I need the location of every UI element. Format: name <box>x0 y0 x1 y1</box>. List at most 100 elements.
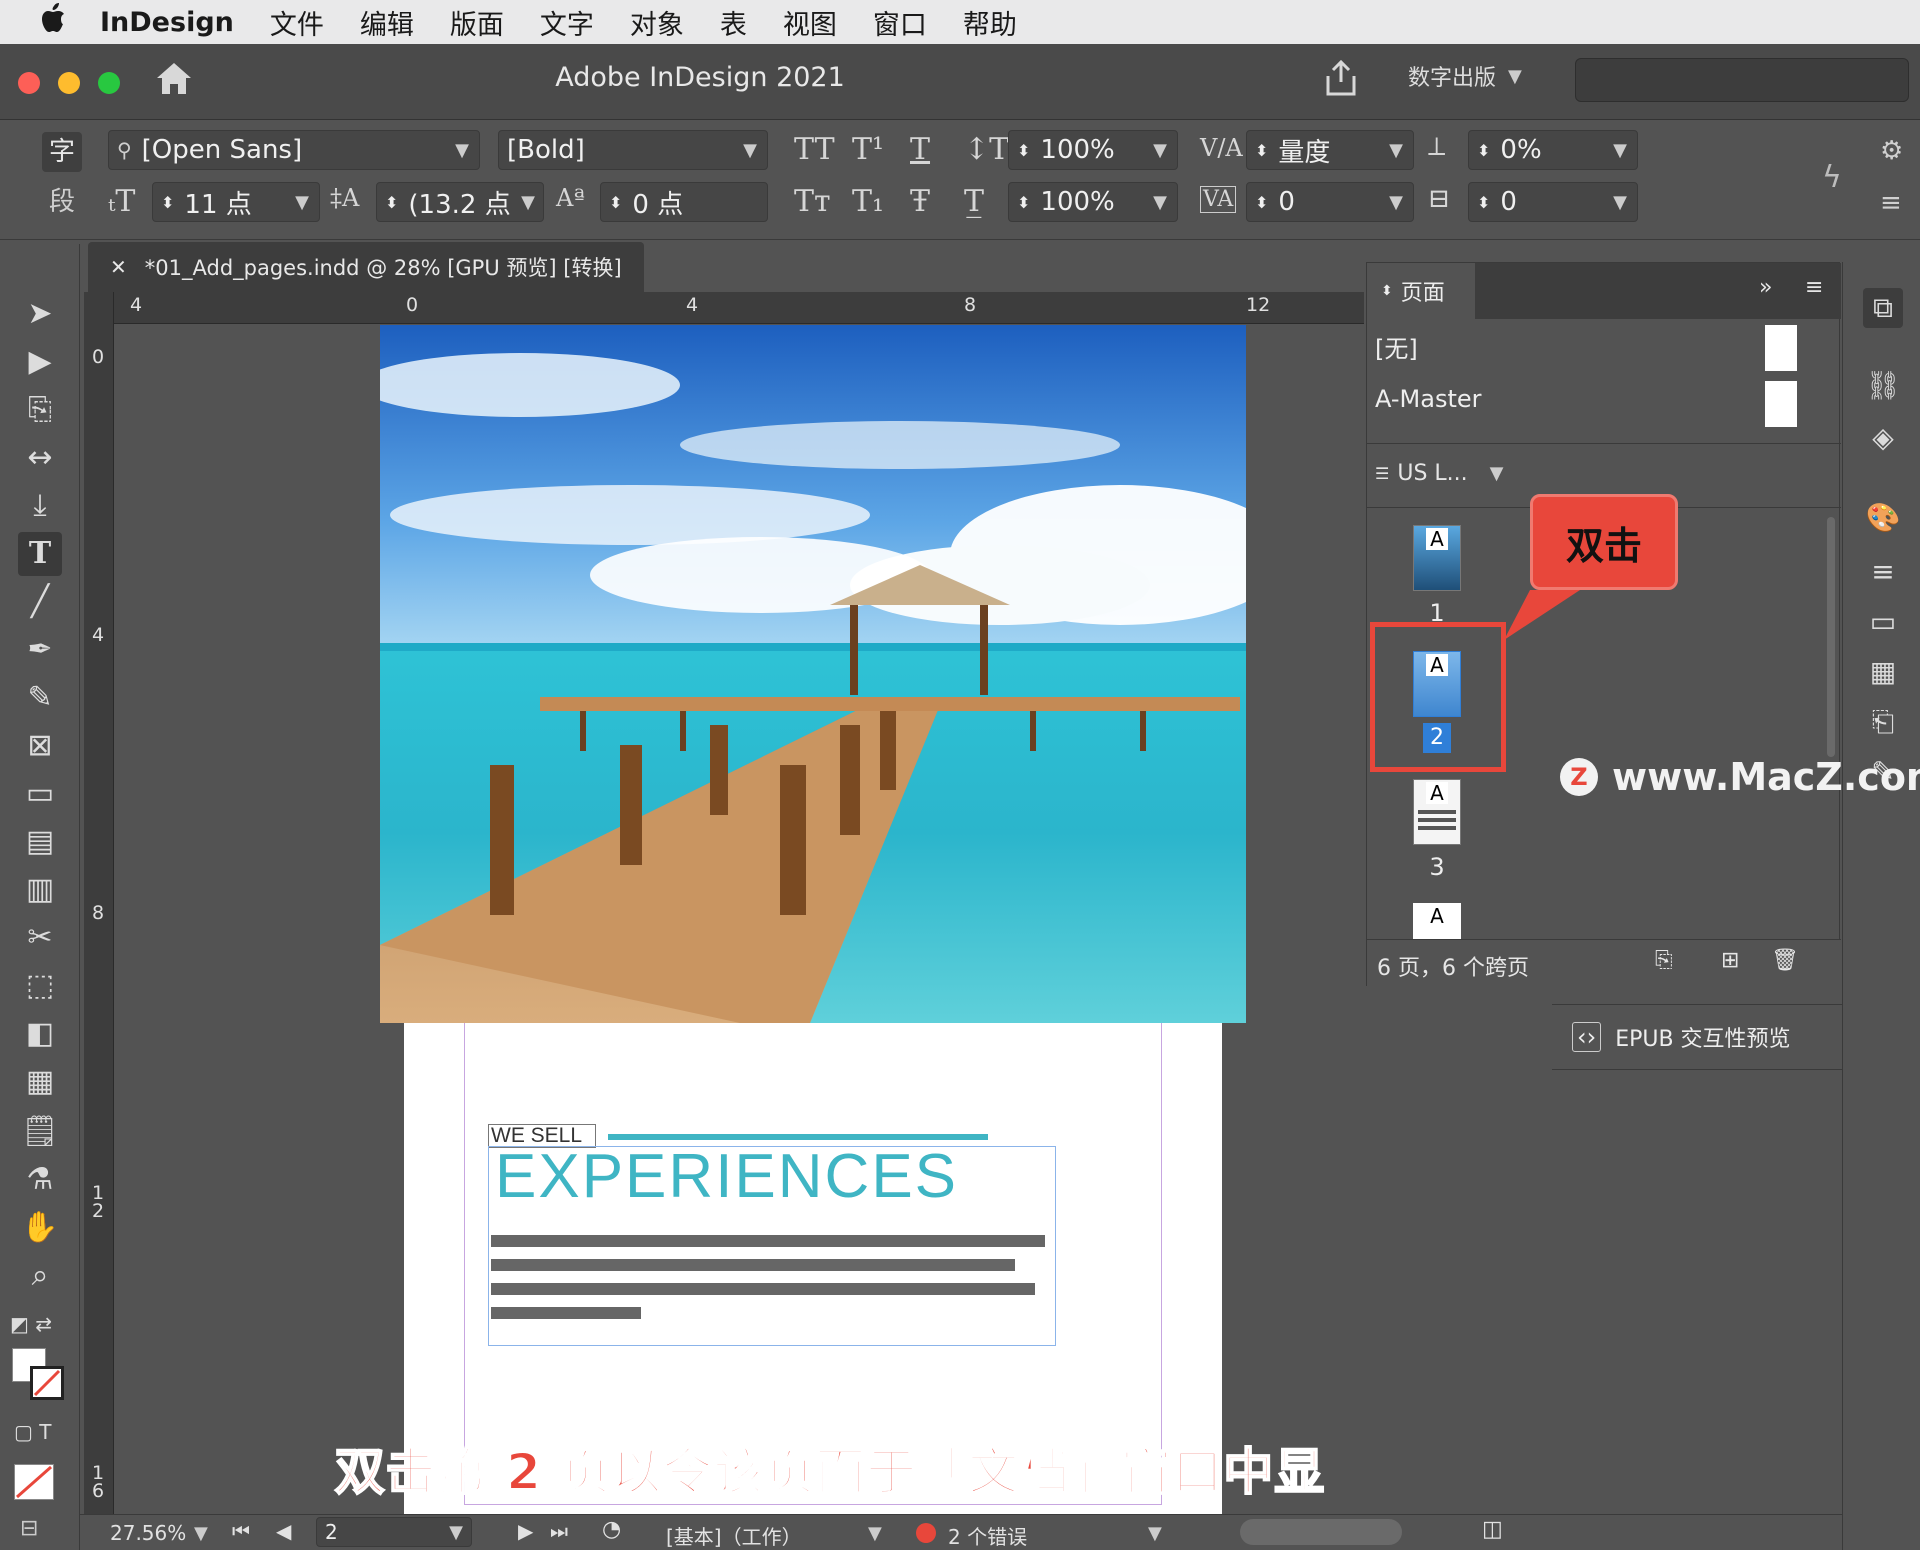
menu-layout[interactable]: 版面 <box>450 3 504 42</box>
horizontal-scale-field[interactable]: ⬍ 100% ▼ <box>1008 182 1178 222</box>
first-page-icon[interactable]: ⏮ <box>232 1519 250 1543</box>
formatting-container-icon[interactable]: ▢ T <box>14 1420 51 1444</box>
page-thumb-1[interactable]: A <box>1413 525 1461 591</box>
paragraph-mode-tab[interactable]: 段 <box>42 182 82 222</box>
gap-tool-icon[interactable]: ↔ <box>18 436 62 480</box>
master-none-thumb[interactable] <box>1765 325 1797 371</box>
headline-text-frame[interactable]: EXPERIENCES <box>488 1142 1056 1346</box>
layers-icon[interactable]: ◈ <box>1863 418 1903 458</box>
document-tab[interactable]: ✕ *01_Add_pages.indd @ 28% [GPU 预览] [转换] <box>88 242 644 292</box>
hand-tool-icon[interactable]: ✋ <box>18 1206 62 1250</box>
epub-preview-panel[interactable]: ‹› EPUB 交互性预览 <box>1552 1004 1842 1070</box>
page-thumb-3[interactable]: A <box>1413 779 1461 845</box>
strikethrough-button[interactable]: Ŧ <box>910 184 930 219</box>
pen-tool-icon[interactable]: ✒ <box>18 628 62 672</box>
pencil-tool-icon[interactable]: ✎ <box>18 676 62 720</box>
vertical-scale-field[interactable]: ⬍ 100% ▼ <box>1008 130 1178 170</box>
pier-photo[interactable] <box>380 325 1246 1023</box>
menu-file[interactable]: 文件 <box>270 3 324 42</box>
new-page-icon[interactable]: ⊞ <box>1721 948 1739 973</box>
scissors-tool-icon[interactable]: ✂ <box>18 916 62 960</box>
chevron-down-icon[interactable]: ▼ <box>1389 192 1403 213</box>
rectangle-tool-icon[interactable]: ▭ <box>18 772 62 816</box>
stepper-icon[interactable]: ⬍ <box>1477 141 1490 160</box>
menu-app-name[interactable]: InDesign <box>100 7 234 38</box>
eyedropper-tool-icon[interactable]: ⚗ <box>18 1158 62 1202</box>
search-input[interactable] <box>1575 58 1909 102</box>
menu-view[interactable]: 视图 <box>783 3 837 42</box>
line-tool-icon[interactable]: ╱ <box>18 580 62 624</box>
horizontal-grid-tool-icon[interactable]: ▤ <box>18 820 62 864</box>
direct-selection-tool-icon[interactable]: ▶ <box>18 340 62 384</box>
stroke-swatch[interactable] <box>30 1366 64 1400</box>
menu-help[interactable]: 帮助 <box>963 3 1017 42</box>
panel-menu-icon[interactable]: ≡ <box>1805 275 1823 300</box>
baseline-shift-field[interactable]: ⬍ 0 点 <box>600 182 768 222</box>
apply-none-icon[interactable] <box>14 1464 54 1500</box>
chevron-down-icon[interactable]: ▼ <box>1613 140 1627 161</box>
edit-page-size-icon[interactable]: ⎘ <box>1655 948 1673 973</box>
previous-page-icon[interactable]: ◀ <box>276 1519 291 1543</box>
stroke-icon[interactable]: ≡ <box>1863 552 1903 592</box>
chevron-down-icon[interactable]: ▼ <box>521 192 535 213</box>
type-tool-icon[interactable]: T <box>18 532 62 576</box>
next-page-icon[interactable]: ▶ <box>518 1519 533 1543</box>
swatches-icon[interactable]: 🎨 <box>1863 498 1903 538</box>
vertical-grid-tool-icon[interactable]: ▥ <box>18 868 62 912</box>
chevron-down-icon[interactable]: ▼ <box>194 1523 208 1544</box>
preflight-icon[interactable]: ◔ <box>602 1517 621 1542</box>
zoom-tool-icon[interactable]: ⌕ <box>18 1254 62 1298</box>
chevron-down-icon[interactable]: ▼ <box>1153 192 1167 213</box>
master-a-thumb[interactable] <box>1765 381 1797 427</box>
scrollbar-thumb[interactable] <box>1827 517 1835 757</box>
trash-icon[interactable]: 🗑 <box>1771 948 1799 973</box>
pages-tab[interactable]: ⬍ 页面 <box>1367 263 1475 319</box>
preflight-profile[interactable]: [基本]（工作） <box>666 1521 802 1550</box>
apple-menu-icon[interactable] <box>40 3 100 41</box>
default-fill-stroke-icon[interactable]: ◩ ⇄ <box>10 1312 52 1336</box>
stepper-icon[interactable]: ⬍ <box>1255 193 1268 212</box>
lightning-icon[interactable]: ϟ <box>1822 160 1842 195</box>
font-style-field[interactable]: [Bold] ▼ <box>498 130 768 170</box>
master-none-label[interactable]: [无] <box>1375 329 1418 364</box>
stepper-icon[interactable]: ⬍ <box>1017 141 1030 160</box>
stepper-icon[interactable]: ⬍ <box>161 193 174 212</box>
gradient-swatch-tool-icon[interactable]: ◧ <box>18 1012 62 1056</box>
tracking-field[interactable]: ⬍ 0 ▼ <box>1246 182 1414 222</box>
underline-button[interactable]: T <box>910 132 930 167</box>
page-number-field[interactable]: 2 ▼ <box>316 1517 472 1547</box>
chevron-down-icon[interactable]: ▼ <box>449 1522 463 1543</box>
content-collector-icon[interactable]: ⤓ <box>18 484 62 528</box>
close-tab-icon[interactable]: ✕ <box>110 255 127 279</box>
chevron-down-icon[interactable]: ▼ <box>1153 140 1167 161</box>
menu-type[interactable]: 文字 <box>540 3 594 42</box>
chevron-down-icon[interactable]: ▼ <box>743 140 757 161</box>
font-family-field[interactable]: ⚲ [Open Sans] ▼ <box>108 130 480 170</box>
horizontal-ruler[interactable]: 4 0 4 8 12 <box>84 292 1364 324</box>
selection-tool-icon[interactable]: ➤ <box>18 292 62 336</box>
leading-field[interactable]: ⬍ (13.2 点 ▼ <box>376 182 544 222</box>
collapse-panel-icon[interactable]: » <box>1759 275 1772 300</box>
menu-edit[interactable]: 编辑 <box>360 3 414 42</box>
stepper-icon[interactable]: ⬍ <box>1477 193 1490 212</box>
zoom-level[interactable]: 27.56% <box>110 1521 186 1545</box>
ruler-origin[interactable] <box>84 292 114 324</box>
chevron-down-icon[interactable]: ▼ <box>295 192 309 213</box>
menu-object[interactable]: 对象 <box>630 3 684 42</box>
gear-icon[interactable]: ⚙ <box>1880 136 1903 166</box>
vertical-ruler[interactable]: 0 4 8 1 2 1 6 <box>84 324 114 1514</box>
page-size-select[interactable]: ☰ US L... ▼ <box>1375 461 1503 486</box>
stepper-icon[interactable]: ⬍ <box>1255 141 1268 160</box>
all-caps-button[interactable]: TT <box>794 132 835 167</box>
skew-field[interactable]: ⬍ 0% ▼ <box>1468 130 1638 170</box>
articles-icon[interactable]: ⎗ <box>1863 702 1903 742</box>
menu-window[interactable]: 窗口 <box>873 3 927 42</box>
stepper-icon[interactable]: ⬍ <box>1017 193 1030 212</box>
horizontal-scrollbar[interactable] <box>1240 1519 1402 1545</box>
panel-menu-icon[interactable]: ≡ <box>1880 188 1902 218</box>
pages-panel-icon[interactable]: ⧉ <box>1863 288 1903 328</box>
note-tool-icon[interactable]: 🗒 <box>18 1110 62 1154</box>
chevron-down-icon[interactable]: ▼ <box>868 1523 882 1544</box>
stepper-icon[interactable]: ⬍ <box>385 193 398 212</box>
page-thumb-4[interactable]: A <box>1413 903 1461 939</box>
